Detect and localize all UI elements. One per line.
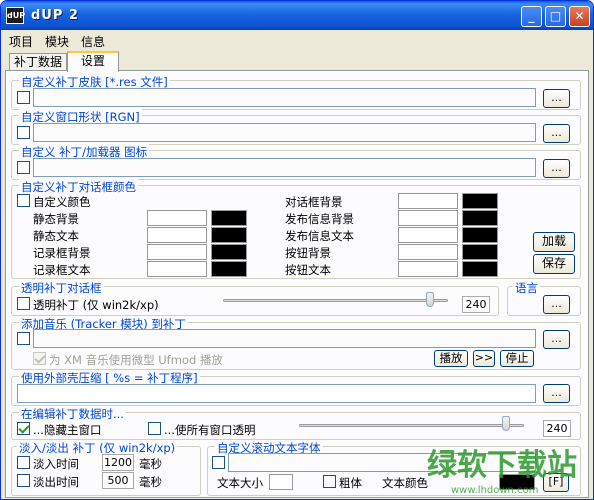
color-label-info-bg: 发布信息背景 [285, 212, 354, 226]
color-value-info-bg[interactable] [398, 210, 458, 226]
hide-main-window-checkbox[interactable] [17, 422, 30, 435]
shape-checkbox[interactable] [17, 126, 30, 139]
color-label-log-bg: 记录框背景 [33, 246, 91, 260]
title-bar[interactable]: dUP dUP 2 _ □ ✕ [1, 1, 593, 30]
color-value-static-text[interactable] [147, 227, 207, 243]
language-browse-button[interactable]: ... [543, 295, 570, 314]
custom-colors-label: 自定义颜色 [33, 195, 91, 209]
menu-module[interactable]: 模块 [45, 33, 69, 50]
minimize-button[interactable]: _ [521, 6, 542, 27]
fade-out-value[interactable]: 500 [102, 472, 134, 489]
transparency-slider-track[interactable] [223, 299, 448, 302]
color-label-static-text: 静态文本 [33, 229, 79, 243]
edit-slider-thumb[interactable] [502, 416, 510, 431]
music-path-field[interactable] [33, 329, 536, 348]
icon-checkbox[interactable] [17, 161, 30, 174]
load-colors-button[interactable]: 加载 [533, 232, 575, 252]
hide-main-window-label: ...隐藏主窗口 [33, 423, 102, 437]
text-size-field[interactable] [269, 474, 293, 490]
window-title: dUP 2 [31, 8, 79, 23]
color-value-log-text[interactable] [147, 261, 207, 277]
music-checkbox[interactable] [17, 332, 30, 345]
text-size-label: 文本大小 [217, 476, 263, 490]
next-button[interactable]: >> [473, 350, 495, 367]
shape-path-field[interactable] [33, 123, 536, 142]
color-swatch-info-text[interactable] [462, 227, 498, 243]
color-swatch-button-bg[interactable] [462, 244, 498, 260]
transparency-checkbox[interactable] [17, 297, 30, 310]
bold-checkbox[interactable] [323, 475, 336, 488]
watermark: 绿软下载站 www.lhdown.com [421, 441, 591, 497]
fade-in-value[interactable]: 1200 [102, 454, 134, 471]
color-swatch-info-bg[interactable] [462, 210, 498, 226]
fade-out-unit: 毫秒 [139, 475, 162, 489]
app-window: dUP dUP 2 _ □ ✕ 项目 模块 信息 补丁数据 设置 自定义补丁皮肤… [0, 0, 594, 500]
transparency-slider-thumb[interactable] [426, 292, 434, 307]
minimize-icon: _ [528, 9, 535, 23]
color-value-button-bg[interactable] [398, 244, 458, 260]
app-icon: dUP [6, 7, 25, 24]
color-value-dialog-bg[interactable] [398, 193, 458, 209]
color-swatch-button-text[interactable] [462, 261, 498, 277]
transparency-label: 透明补丁 (仅 win2k/xp) [33, 298, 159, 312]
language-group-title: 语言 [513, 280, 540, 296]
edit-transparency-value: 240 [543, 420, 571, 437]
ufmod-label: 为 XM 音乐使用微型 Ufmod 播放 [49, 353, 223, 367]
icon-path-field[interactable] [33, 158, 536, 177]
all-transparent-label: ...使所有窗口透明 [164, 423, 256, 437]
skin-browse-button[interactable]: ... [543, 89, 570, 108]
color-label-dialog-bg: 对话框背景 [285, 195, 343, 209]
color-value-button-text[interactable] [398, 261, 458, 277]
close-icon: ✕ [574, 9, 585, 23]
transparency-value: 240 [462, 296, 490, 313]
color-swatch-log-bg[interactable] [211, 244, 247, 260]
menu-info[interactable]: 信息 [81, 33, 105, 50]
play-button[interactable]: 播放 [434, 350, 468, 367]
fade-out-label: 淡出时间 [33, 475, 79, 489]
fade-out-checkbox[interactable] [17, 474, 30, 487]
fade-in-unit: 毫秒 [139, 457, 162, 471]
music-browse-button[interactable]: ... [543, 330, 570, 349]
skin-path-field[interactable] [33, 88, 536, 107]
color-value-log-bg[interactable] [147, 244, 207, 260]
color-swatch-dialog-bg[interactable] [462, 193, 498, 209]
color-swatch-static-bg[interactable] [211, 210, 247, 226]
color-label-info-text: 发布信息文本 [285, 229, 354, 243]
close-button[interactable]: ✕ [569, 6, 590, 27]
maximize-icon: □ [549, 9, 562, 23]
bold-label: 粗体 [339, 476, 362, 490]
custom-colors-checkbox[interactable] [17, 194, 30, 207]
color-label-button-text: 按钮文本 [285, 263, 331, 277]
ufmod-checkbox[interactable] [33, 352, 46, 365]
color-swatch-log-text[interactable] [211, 261, 247, 277]
edit-group-title: 在编辑补丁数据时... [19, 406, 126, 422]
color-label-static-bg: 静态背景 [33, 212, 79, 226]
maximize-button[interactable]: □ [545, 6, 566, 27]
skin-checkbox[interactable] [17, 91, 30, 104]
packer-command-field[interactable] [17, 384, 536, 403]
colors-group-title: 自定义补丁对话框颜色 [19, 179, 138, 195]
color-swatch-static-text[interactable] [211, 227, 247, 243]
fade-in-label: 淡入时间 [33, 457, 79, 471]
stop-button[interactable]: 停止 [500, 350, 534, 367]
color-label-button-bg: 按钮背景 [285, 246, 331, 260]
fade-group-title: 淡入/淡出 补丁 (仅 win2k/xp) [17, 440, 178, 456]
transparency-group-title: 透明补丁对话框 [19, 280, 104, 296]
watermark-text: 绿软下载站 [427, 448, 577, 483]
menu-bar: 项目 模块 信息 [1, 30, 593, 50]
all-transparent-checkbox[interactable] [148, 422, 161, 435]
icon-browse-button[interactable]: ... [543, 159, 570, 178]
edit-slider-track[interactable] [299, 424, 524, 427]
packer-browse-button[interactable]: ... [543, 384, 570, 403]
color-value-static-bg[interactable] [147, 210, 207, 226]
scroll-font-checkbox[interactable] [212, 456, 225, 469]
shape-browse-button[interactable]: ... [543, 124, 570, 143]
save-colors-button[interactable]: 保存 [533, 254, 575, 274]
menu-project[interactable]: 项目 [9, 33, 33, 50]
color-label-log-text: 记录框文本 [33, 263, 91, 277]
tab-settings[interactable]: 设置 [67, 51, 119, 72]
fade-in-checkbox[interactable] [17, 456, 30, 469]
watermark-url: www.lhdown.com [451, 485, 538, 496]
color-value-info-text[interactable] [398, 227, 458, 243]
